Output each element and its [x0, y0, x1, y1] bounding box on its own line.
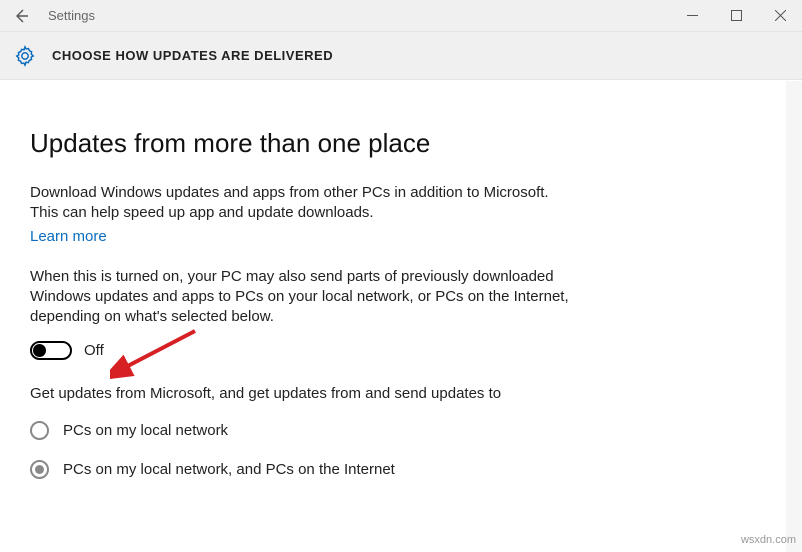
toggle-row: Off	[30, 341, 570, 360]
get-updates-text: Get updates from Microsoft, and get upda…	[30, 384, 570, 404]
window-title: Settings	[42, 8, 670, 23]
window-controls	[670, 0, 802, 32]
subheader: CHOOSE HOW UPDATES ARE DELIVERED	[0, 32, 802, 80]
updates-toggle[interactable]	[30, 341, 72, 360]
radio-label: PCs on my local network	[63, 422, 228, 439]
page-title: CHOOSE HOW UPDATES ARE DELIVERED	[52, 48, 333, 63]
main-heading: Updates from more than one place	[30, 128, 570, 159]
toggle-knob	[33, 344, 46, 357]
intro-text: Download Windows updates and apps from o…	[30, 183, 570, 224]
radio-option-local[interactable]: PCs on my local network	[30, 421, 570, 440]
radio-label: PCs on my local network, and PCs on the …	[63, 461, 395, 478]
close-button[interactable]	[758, 0, 802, 32]
maximize-icon	[731, 10, 742, 21]
explain-text: When this is turned on, your PC may also…	[30, 267, 570, 328]
radio-button	[30, 421, 49, 440]
minimize-icon	[687, 10, 698, 21]
watermark: wsxdn.com	[741, 534, 796, 546]
toggle-state-label: Off	[84, 342, 104, 359]
learn-more-link[interactable]: Learn more	[30, 228, 107, 245]
gear-icon	[10, 41, 40, 71]
radio-option-internet[interactable]: PCs on my local network, and PCs on the …	[30, 460, 570, 479]
radio-button	[30, 460, 49, 479]
maximize-button[interactable]	[714, 0, 758, 32]
arrow-left-icon	[13, 8, 29, 24]
titlebar: Settings	[0, 0, 802, 32]
content: Updates from more than one place Downloa…	[0, 80, 570, 479]
back-button[interactable]	[0, 0, 42, 32]
close-icon	[775, 10, 786, 21]
scrollbar[interactable]	[786, 81, 802, 552]
minimize-button[interactable]	[670, 0, 714, 32]
